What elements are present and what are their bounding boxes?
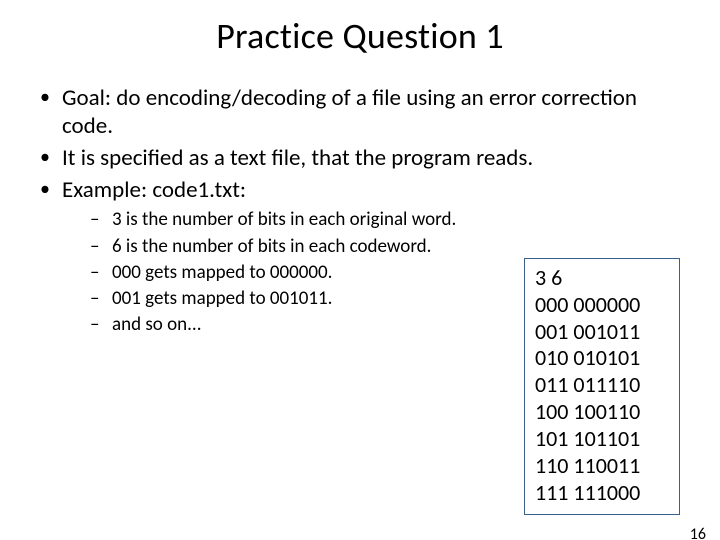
sub-bullet-item: and so on... <box>90 313 502 337</box>
bullet-text: Example: code1.txt: <box>62 176 246 204</box>
sub-bullet-item: 001 gets mapped to 001011. <box>90 287 502 311</box>
sub-bullet-list: 3 is the number of bits in each original… <box>62 208 502 338</box>
page-number: 16 <box>690 525 706 540</box>
bullet-item: Goal: do encoding/decoding of a file usi… <box>38 84 690 140</box>
bullet-item: It is specified as a text file, that the… <box>38 144 690 172</box>
code-box: 3 6 000 000000 001 001011 010 010101 011… <box>524 258 680 515</box>
sub-bullet-item: 3 is the number of bits in each original… <box>90 208 502 232</box>
sub-bullet-item: 000 gets mapped to 000000. <box>90 261 502 285</box>
slide: Practice Question 1 Goal: do encoding/de… <box>0 14 720 540</box>
sub-bullet-item: 6 is the number of bits in each codeword… <box>90 235 502 259</box>
slide-title: Practice Question 1 <box>0 14 720 58</box>
